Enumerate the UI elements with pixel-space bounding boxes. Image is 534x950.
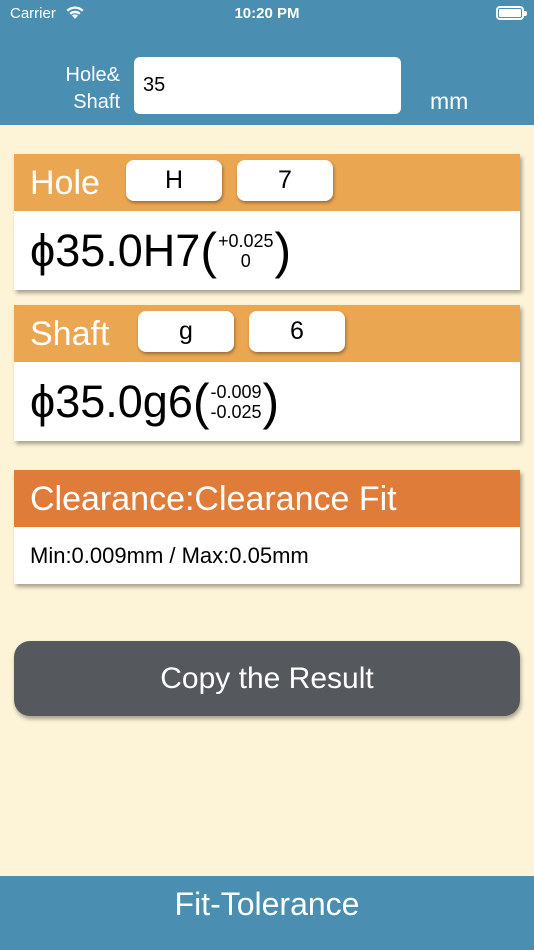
hole-upper-deviation: +0.025	[217, 231, 274, 251]
bottom-bar: Fit-Tolerance	[0, 876, 534, 950]
hole-grade-selector[interactable]: 7	[237, 160, 333, 201]
clearance-range-text: Min:0.009mm / Max:0.05mm	[30, 543, 309, 568]
hole-letter-selector[interactable]: H	[126, 160, 222, 201]
status-bar: Carrier 10:20 PM	[0, 0, 534, 28]
top-bar: Carrier 10:20 PM Hole& Shaft mm	[0, 0, 534, 125]
status-time: 10:20 PM	[234, 5, 300, 22]
shaft-designation-text: ϕ35.0g6	[30, 376, 193, 427]
shaft-grade-selector[interactable]: 6	[249, 311, 345, 352]
shaft-upper-deviation: -0.009	[210, 382, 262, 402]
unit-label: mm	[430, 88, 469, 114]
hole-card-header: Hole H 7	[14, 154, 520, 211]
size-input-label-line1: Hole&	[65, 64, 120, 86]
size-input-label: Hole& Shaft	[50, 62, 120, 116]
hole-card-body: ϕ35.0H7 ( +0.025 0 )	[14, 211, 520, 290]
size-input[interactable]	[134, 57, 401, 114]
hole-lower-deviation: 0	[240, 251, 251, 271]
shaft-designation: ϕ35.0g6 ( -0.009 -0.025 )	[30, 376, 279, 428]
copy-result-button[interactable]: Copy the Result	[14, 641, 520, 716]
size-input-label-line2: Shaft	[73, 91, 120, 113]
shaft-paren-open: (	[192, 374, 210, 430]
shaft-letter-selector[interactable]: g	[138, 311, 234, 352]
shaft-paren-close: )	[262, 374, 280, 430]
hole-paren-close: )	[274, 223, 292, 279]
hole-title: Hole	[30, 164, 100, 202]
hole-card: Hole H 7 ϕ35.0H7 ( +0.025 0 )	[14, 154, 520, 290]
result-card: Clearance:Clearance Fit Min:0.009mm / Ma…	[14, 470, 520, 584]
fit-type-title: Clearance:Clearance Fit	[30, 480, 397, 518]
hole-designation-text: ϕ35.0H7	[30, 225, 201, 276]
result-body: Min:0.009mm / Max:0.05mm	[14, 527, 520, 584]
result-header: Clearance:Clearance Fit	[14, 470, 520, 527]
app-title: Fit-Tolerance	[174, 886, 360, 922]
shaft-lower-deviation: -0.025	[210, 402, 262, 422]
shaft-card-body: ϕ35.0g6 ( -0.009 -0.025 )	[14, 362, 520, 441]
shaft-title: Shaft	[30, 315, 110, 353]
hole-designation: ϕ35.0H7 ( +0.025 0 )	[30, 225, 291, 277]
hole-deviations: +0.025 0	[218, 231, 274, 271]
shaft-card: Shaft g 6 ϕ35.0g6 ( -0.009 -0.025 )	[14, 305, 520, 441]
hole-paren-open: (	[200, 223, 217, 279]
shaft-deviations: -0.009 -0.025	[211, 382, 262, 422]
shaft-card-header: Shaft g 6	[14, 305, 520, 362]
battery-icon	[496, 6, 527, 20]
